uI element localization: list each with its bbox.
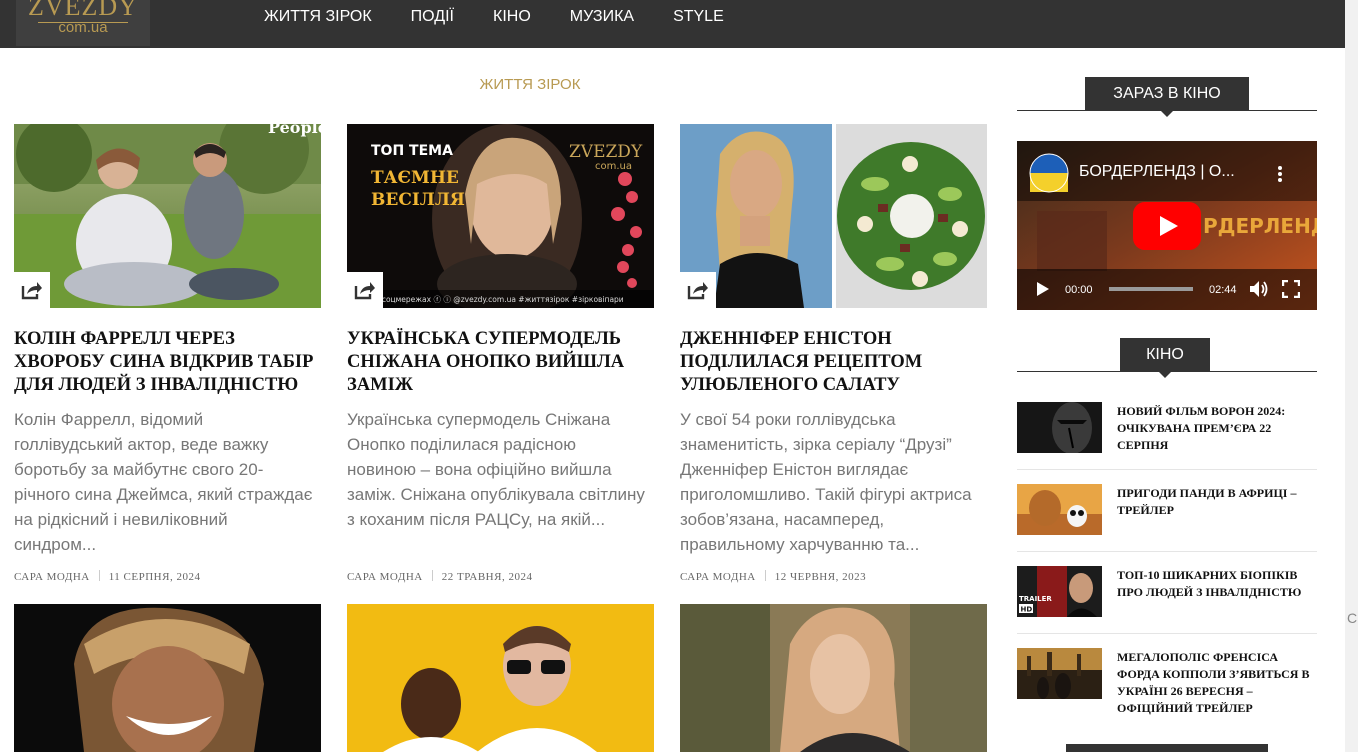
video-title[interactable]: БОРДЕРЛЕНДЗ | О... [1079, 163, 1235, 181]
widget-title[interactable]: КІНО [1120, 338, 1210, 372]
thumbnail-logo: ZVEZDY [569, 142, 643, 162]
kino-list-item[interactable]: ПРИГОДИ ПАНДИ В АФРИЦІ – ТРЕЙЛЕР [1017, 484, 1317, 552]
heading-pointer [1160, 110, 1174, 117]
list-divider [1017, 633, 1317, 634]
kino-thumbnail[interactable] [1017, 648, 1102, 699]
channel-avatar[interactable] [1029, 153, 1069, 193]
heading-pointer [1158, 371, 1172, 378]
thumbnail-image [1017, 402, 1102, 453]
article-meta: САРА МОДНА 22 ТРАВНЯ, 2024 [347, 570, 532, 583]
article-thumbnail[interactable] [680, 124, 987, 308]
kino-thumbnail[interactable] [1017, 402, 1102, 453]
widget-heading-kino: КІНО [1017, 338, 1317, 378]
more-icon[interactable] [1277, 165, 1283, 183]
article-title[interactable]: УКРАЇНСЬКА СУПЕРМОДЕЛЬ СНІЖАНА ОНОПКО ВИ… [347, 328, 657, 397]
nav-item-style[interactable]: STYLE [673, 8, 724, 26]
volume-icon[interactable] [1249, 280, 1269, 298]
site-logo[interactable]: ZVEZDY com.ua [16, 0, 150, 46]
main-nav: ЖИТТЯ ЗІРОК ПОДІЇ КІНО МУЗИКА STYLE [264, 0, 763, 34]
thumbnail-image [1017, 648, 1102, 699]
list-divider [1017, 469, 1317, 470]
share-button[interactable] [347, 272, 383, 308]
video-current-time: 00:00 [1065, 284, 1093, 296]
thumbnail-footer: у соцмережах ⓕ ⓘ @zvezdy.com.ua #життязі… [375, 295, 624, 304]
trailer-badge: TRAILER [1019, 595, 1052, 603]
thumbnail-logo-sub: com.ua [595, 161, 632, 172]
meta-divider [764, 570, 766, 581]
kino-list-item[interactable]: НОВИЙ ФІЛЬМ ВОРОН 2024: ОЧІКУВАНА ПРЕМ’Є… [1017, 402, 1317, 470]
nav-item-events[interactable]: ПОДІЇ [411, 8, 454, 26]
thumbnail-image [14, 604, 321, 752]
article-card: ТОП ТЕМА ТАЄМНЕ ВЕСІЛЛЯ ZVEZDY com.ua у … [347, 124, 654, 594]
video-player[interactable]: РДЕРЛЕНДЗ БОРДЕРЛЕНДЗ | О... 00:00 02:44 [1017, 141, 1317, 310]
scrollbar-gutter[interactable] [1345, 0, 1358, 752]
kino-thumbnail[interactable]: TRAILER HD [1017, 566, 1102, 617]
thumbnail-top-label: ТОП ТЕМА [371, 143, 453, 159]
share-button[interactable] [680, 272, 716, 308]
article-excerpt: Колін Фаррелл, відомий голлівудський акт… [14, 410, 313, 554]
article-excerpt: У свої 54 роки голлівудська знаменитість… [680, 410, 972, 554]
article-author[interactable]: САРА МОДНА [680, 571, 756, 583]
kino-item-title[interactable]: МЕГАЛОПОЛІС ФРЕНСІСА ФОРДА КОППОЛИ З’ЯВИ… [1117, 649, 1317, 717]
thumbnail-image [1017, 484, 1102, 535]
top-navigation-bar: ZVEZDY com.ua ЖИТТЯ ЗІРОК ПОДІЇ КІНО МУЗ… [0, 0, 1345, 48]
nav-item-celebrity-life[interactable]: ЖИТТЯ ЗІРОК [264, 8, 372, 26]
thumbnail-image [680, 124, 987, 308]
thumbnail-headline-1: ТАЄМНЕ [371, 168, 459, 188]
next-widget-heading [1066, 744, 1268, 752]
article-thumbnail[interactable] [680, 604, 987, 752]
kino-list-item[interactable]: TRAILER HD ТОП-10 ШИКАРНИХ БІОПІКІВ ПРО … [1017, 566, 1317, 634]
article-date: 11 СЕРПНЯ, 2024 [108, 571, 201, 583]
article-card: ДЖЕННІФЕР ЕНІСТОН ПОДІЛИЛАСЯ РЕЦЕПТОМ УЛ… [680, 124, 987, 594]
article-meta: САРА МОДНА 11 СЕРПНЯ, 2024 [14, 570, 200, 583]
thumbnail-headline-2: ВЕСІЛЛЯ [371, 190, 465, 210]
thumbnail-image [680, 604, 987, 752]
section-label[interactable]: ЖИТТЯ ЗІРОК [420, 76, 640, 93]
meta-divider [98, 570, 100, 581]
thumbnail-image [347, 604, 654, 752]
video-progress-bar[interactable] [1109, 287, 1193, 291]
article-thumbnail[interactable] [14, 604, 321, 752]
youtube-play-icon[interactable] [1133, 202, 1201, 250]
article-title[interactable]: КОЛІН ФАРРЕЛЛ ЧЕРЕЗ ХВОРОБУ СИНА ВІДКРИВ… [14, 328, 324, 397]
article-excerpt: Українська супермодель Сніжана Онопко по… [347, 410, 645, 529]
share-icon [687, 282, 708, 300]
article-title[interactable]: ДЖЕННІФЕР ЕНІСТОН ПОДІЛИЛАСЯ РЕЦЕПТОМ УЛ… [680, 328, 990, 397]
article-author[interactable]: САРА МОДНА [14, 571, 90, 583]
kino-list-item[interactable]: МЕГАЛОПОЛІС ФРЕНСІСА ФОРДА КОППОЛИ З’ЯВИ… [1017, 648, 1317, 718]
share-icon [21, 282, 42, 300]
meta-divider [431, 570, 433, 581]
kino-item-title[interactable]: НОВИЙ ФІЛЬМ ВОРОН 2024: ОЧІКУВАНА ПРЕМ’Є… [1117, 403, 1317, 454]
article-meta: САРА МОДНА 12 ЧЕРВНЯ, 2023 [680, 570, 866, 583]
fullscreen-icon[interactable] [1282, 280, 1300, 298]
thumbnail-watermark: People [268, 124, 321, 137]
nav-item-cinema[interactable]: КІНО [493, 8, 531, 26]
video-duration: 02:44 [1209, 284, 1237, 296]
article-card: People КОЛІН ФАРРЕЛЛ ЧЕРЕЗ ХВОРОБУ СИНА … [14, 124, 321, 594]
gutter-glyph: С [1347, 610, 1358, 626]
article-date: 22 ТРАВНЯ, 2024 [441, 571, 533, 583]
share-icon [354, 282, 375, 300]
kino-thumbnail[interactable] [1017, 484, 1102, 535]
play-icon[interactable] [1036, 281, 1050, 297]
widget-title: ЗАРАЗ В КІНО [1085, 77, 1249, 111]
article-author[interactable]: САРА МОДНА [347, 571, 423, 583]
article-thumbnail[interactable]: ТОП ТЕМА ТАЄМНЕ ВЕСІЛЛЯ ZVEZDY com.ua у … [347, 124, 654, 308]
thumbnail-image: ТОП ТЕМА ТАЄМНЕ ВЕСІЛЛЯ ZVEZDY com.ua у … [347, 124, 654, 308]
article-thumbnail[interactable] [347, 604, 654, 752]
video-poster-text: РДЕРЛЕНДЗ [1203, 214, 1317, 238]
nav-item-music[interactable]: МУЗИКА [570, 8, 634, 26]
thumbnail-image: TRAILER HD [1017, 566, 1102, 617]
logo-name: ZVEZDY [28, 0, 138, 21]
article-date: 12 ЧЕРВНЯ, 2023 [774, 571, 867, 583]
kino-item-title[interactable]: ТОП-10 ШИКАРНИХ БІОПІКІВ ПРО ЛЮДЕЙ З ІНВ… [1117, 567, 1317, 601]
widget-heading-now-in-cinema: ЗАРАЗ В КІНО [1017, 77, 1317, 117]
kino-item-title[interactable]: ПРИГОДИ ПАНДИ В АФРИЦІ – ТРЕЙЛЕР [1117, 485, 1317, 519]
article-thumbnail[interactable]: People [14, 124, 321, 308]
thumbnail-image: People [14, 124, 321, 308]
logo-divider [38, 22, 128, 23]
hd-badge: HD [1021, 606, 1033, 614]
share-button[interactable] [14, 272, 50, 308]
list-divider [1017, 551, 1317, 552]
